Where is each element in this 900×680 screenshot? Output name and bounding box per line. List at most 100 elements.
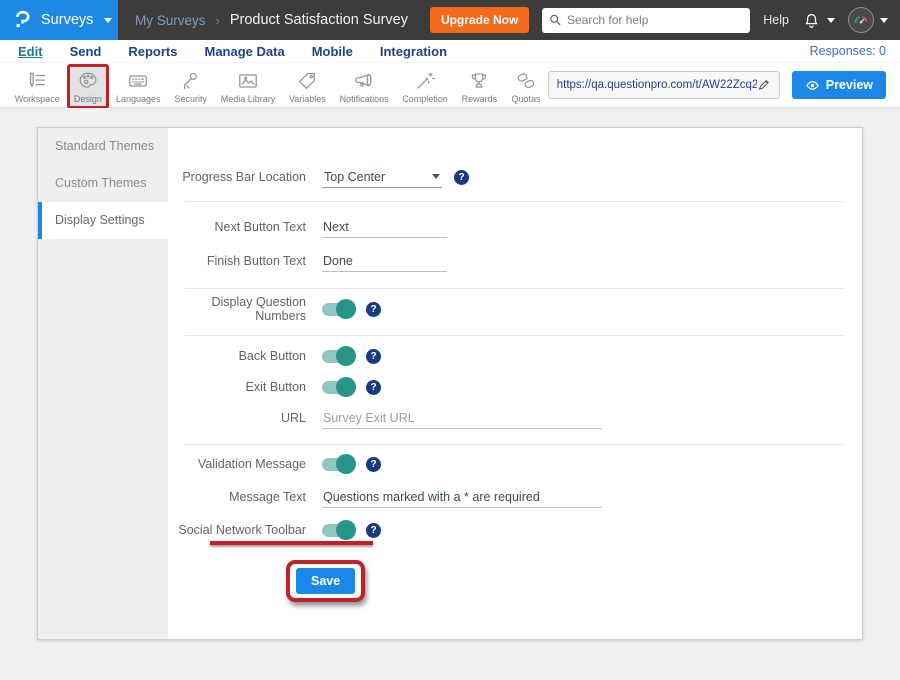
gauge-icon [851, 10, 871, 30]
sidebar-item-display-settings[interactable]: Display Settings [38, 202, 168, 239]
toolbar-item-label: Notifications [340, 94, 389, 104]
chevron-down-icon [827, 18, 835, 23]
help-icon[interactable]: ? [366, 457, 381, 472]
account-menu[interactable] [848, 7, 888, 33]
breadcrumb: My Surveys › Product Satisfaction Survey [135, 12, 408, 28]
chevron-down-icon [104, 18, 112, 23]
help-icon[interactable]: ? [366, 302, 381, 317]
toolbar-item-variables[interactable]: Variables [282, 64, 333, 109]
sidebar-item-custom-themes[interactable]: Custom Themes [38, 165, 168, 202]
toolbar-item-quotas[interactable]: Quotas [504, 64, 548, 109]
breadcrumb-separator: › [216, 13, 220, 28]
help-icon[interactable]: ? [366, 380, 381, 395]
tab-integration[interactable]: Integration [380, 44, 447, 59]
tag-icon [296, 70, 318, 92]
progress-bar-location-select[interactable]: Top Center [322, 167, 442, 188]
toolbar-item-languages[interactable]: Languages [109, 64, 167, 109]
toggle-knob [336, 346, 356, 366]
edit-toolbar: Workspace Design Languages Security Medi… [0, 63, 900, 108]
toggle-knob [336, 299, 356, 319]
toggle-knob [336, 377, 356, 397]
megaphone-icon [353, 70, 375, 92]
top-header: Surveys My Surveys › Product Satisfactio… [0, 0, 900, 40]
breadcrumb-parent-link[interactable]: My Surveys [135, 13, 206, 28]
responses-count[interactable]: Responses: 0 [810, 44, 900, 58]
tab-edit[interactable]: Edit [18, 44, 43, 59]
toolbar-item-security[interactable]: Security [167, 64, 214, 109]
page-title: Product Satisfaction Survey [230, 12, 408, 28]
survey-nav: Edit Send Reports Manage Data Mobile Int… [0, 40, 900, 63]
tab-manage-data[interactable]: Manage Data [204, 44, 284, 59]
display-question-numbers-label: Display Question Numbers [168, 295, 322, 323]
exit-button-toggle[interactable] [322, 381, 354, 394]
display-question-numbers-toggle[interactable] [322, 303, 354, 316]
exit-url-input[interactable] [322, 408, 602, 429]
help-link[interactable]: Help [763, 13, 789, 27]
toolbar-item-label: Languages [116, 94, 161, 104]
tab-send[interactable]: Send [70, 44, 102, 59]
upgrade-now-button[interactable]: Upgrade Now [430, 7, 529, 33]
help-search-box[interactable] [542, 8, 750, 33]
workspace-icon [26, 70, 48, 92]
preview-button[interactable]: Preview [792, 71, 886, 99]
message-text-input[interactable] [322, 487, 602, 508]
toolbar-item-label: Media Library [221, 94, 276, 104]
toolbar-item-label: Quotas [511, 94, 540, 104]
toolbar-item-design[interactable]: Design [67, 64, 110, 109]
toolbar-item-label: Workspace [15, 94, 60, 104]
toolbar-item-label: Variables [289, 94, 326, 104]
progress-bar-location-label: Progress Bar Location [168, 170, 322, 184]
edit-pencil-icon[interactable] [757, 78, 771, 92]
display-settings-form: Progress Bar Location Top Center ? Next … [168, 128, 862, 639]
annotation-red-underline [210, 541, 373, 545]
search-icon [549, 13, 562, 27]
toolbar-item-label: Design [74, 94, 102, 104]
social-network-toolbar-toggle[interactable] [322, 524, 354, 537]
annotation-red-box: Save [286, 560, 365, 602]
product-switcher[interactable]: Surveys [0, 0, 118, 40]
survey-url-text: https://qa.questionpro.com/t/AW22Zcq2J [557, 79, 757, 91]
exit-button-label: Exit Button [168, 380, 322, 394]
toolbar-item-label: Rewards [462, 94, 498, 104]
chevron-down-icon [880, 18, 888, 23]
next-button-text-input[interactable] [322, 217, 447, 238]
toolbar-item-rewards[interactable]: Rewards [455, 64, 505, 109]
message-text-label: Message Text [168, 490, 322, 504]
toolbar-item-notifications[interactable]: Notifications [333, 64, 396, 109]
help-icon[interactable]: ? [366, 349, 381, 364]
keyboard-icon [127, 70, 149, 92]
eye-icon [805, 79, 820, 92]
tab-reports[interactable]: Reports [128, 44, 177, 59]
image-icon [237, 70, 259, 92]
notifications-menu[interactable] [802, 11, 835, 30]
sidebar-item-standard-themes[interactable]: Standard Themes [38, 128, 168, 165]
help-icon[interactable]: ? [454, 170, 469, 185]
key-icon [180, 70, 202, 92]
bell-icon [802, 11, 821, 30]
tab-mobile[interactable]: Mobile [312, 44, 353, 59]
finish-button-text-input[interactable] [322, 251, 447, 272]
toggle-knob [336, 454, 356, 474]
survey-url-field[interactable]: https://qa.questionpro.com/t/AW22Zcq2J [548, 71, 780, 99]
product-label: Surveys [41, 12, 93, 28]
back-button-toggle[interactable] [322, 350, 354, 363]
magic-wand-icon [414, 70, 436, 92]
validation-message-label: Validation Message [168, 457, 322, 471]
design-palette-icon [77, 70, 99, 92]
chevron-down-icon [432, 174, 440, 179]
toolbar-item-label: Completion [402, 94, 448, 104]
exit-url-label: URL [168, 411, 322, 425]
next-button-text-label: Next Button Text [168, 220, 322, 234]
chain-link-icon [515, 70, 537, 92]
help-icon[interactable]: ? [366, 523, 381, 538]
validation-message-toggle[interactable] [322, 458, 354, 471]
toggle-knob [336, 520, 356, 540]
themes-sidebar: Standard Themes Custom Themes Display Se… [38, 128, 168, 639]
search-input[interactable] [567, 13, 743, 27]
toolbar-item-completion[interactable]: Completion [395, 64, 454, 109]
save-button[interactable]: Save [296, 568, 355, 594]
toolbar-item-media-library[interactable]: Media Library [214, 64, 282, 109]
questionpro-logo-icon [13, 9, 32, 31]
finish-button-text-label: Finish Button Text [168, 254, 322, 268]
toolbar-item-workspace[interactable]: Workspace [8, 64, 67, 109]
